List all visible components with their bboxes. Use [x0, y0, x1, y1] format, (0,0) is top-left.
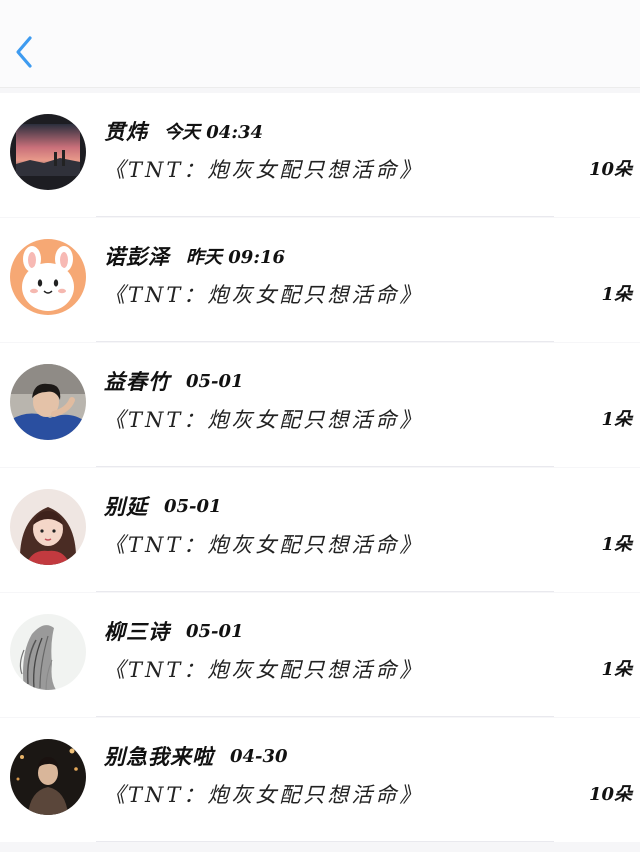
- avatar[interactable]: [10, 739, 86, 815]
- avatar[interactable]: [10, 114, 86, 190]
- flower-count: 1朵: [601, 659, 632, 680]
- gift-time: 04-30: [230, 745, 288, 767]
- sender-name: 柳三诗: [104, 619, 170, 644]
- book-title: 《TNT：炮灰女配只想活命》: [104, 658, 424, 682]
- night-avatar-image: [10, 739, 86, 815]
- sender-name: 别延: [104, 494, 148, 519]
- sender-name: 贯炜: [104, 119, 148, 144]
- bunny-avatar-image: [10, 239, 86, 315]
- gift-time: 05-01: [164, 495, 222, 517]
- back-button[interactable]: [10, 30, 40, 74]
- flower-count: 1朵: [601, 409, 632, 430]
- flower-count: 1朵: [601, 534, 632, 555]
- book-title: 《TNT：炮灰女配只想活命》: [104, 408, 424, 432]
- avatar[interactable]: [10, 364, 86, 440]
- list-item[interactable]: 别急我来啦 04-30 《TNT：炮灰女配只想活命》 10朵: [0, 718, 640, 842]
- gift-time: 05-01: [186, 620, 244, 642]
- girl-avatar-image: [10, 489, 86, 565]
- book-title: 《TNT：炮灰女配只想活命》: [104, 158, 424, 182]
- list-item[interactable]: 别延 05-01 《TNT：炮灰女配只想活命》 1朵: [0, 468, 640, 592]
- top-bar: [0, 0, 640, 88]
- list-item[interactable]: 益春竹 05-01 《TNT：炮灰女配只想活命》 1朵: [0, 343, 640, 467]
- sender-name: 别急我来啦: [104, 744, 214, 769]
- book-title: 《TNT：炮灰女配只想活命》: [104, 533, 424, 557]
- sketch-avatar-image: [10, 614, 86, 690]
- gift-time: 昨天 09:16: [186, 247, 286, 268]
- sender-name: 益春竹: [104, 369, 170, 394]
- gift-time: 今天 04:34: [164, 122, 264, 143]
- flower-count: 1朵: [601, 284, 632, 305]
- flower-count: 10朵: [588, 159, 632, 180]
- list-item[interactable]: 诺彭泽 昨天 09:16 《TNT：炮灰女配只想活命》 1朵: [0, 218, 640, 342]
- sunset-avatar-image: [10, 114, 86, 190]
- flower-count: 10朵: [588, 784, 632, 805]
- book-title: 《TNT：炮灰女配只想活命》: [104, 283, 424, 307]
- boy-avatar-image: [10, 364, 86, 440]
- flower-gift-list: 贯炜 今天 04:34 《TNT：炮灰女配只想活命》 10朵 诺彭泽 昨天 09…: [0, 93, 640, 843]
- chevron-left-icon: [16, 36, 32, 68]
- list-item[interactable]: 柳三诗 05-01 《TNT：炮灰女配只想活命》 1朵: [0, 593, 640, 717]
- gift-time: 05-01: [186, 370, 244, 392]
- sender-name: 诺彭泽: [104, 244, 170, 269]
- avatar[interactable]: [10, 614, 86, 690]
- list-item[interactable]: 贯炜 今天 04:34 《TNT：炮灰女配只想活命》 10朵: [0, 93, 640, 217]
- book-title: 《TNT：炮灰女配只想活命》: [104, 783, 424, 807]
- avatar[interactable]: [10, 489, 86, 565]
- avatar[interactable]: [10, 239, 86, 315]
